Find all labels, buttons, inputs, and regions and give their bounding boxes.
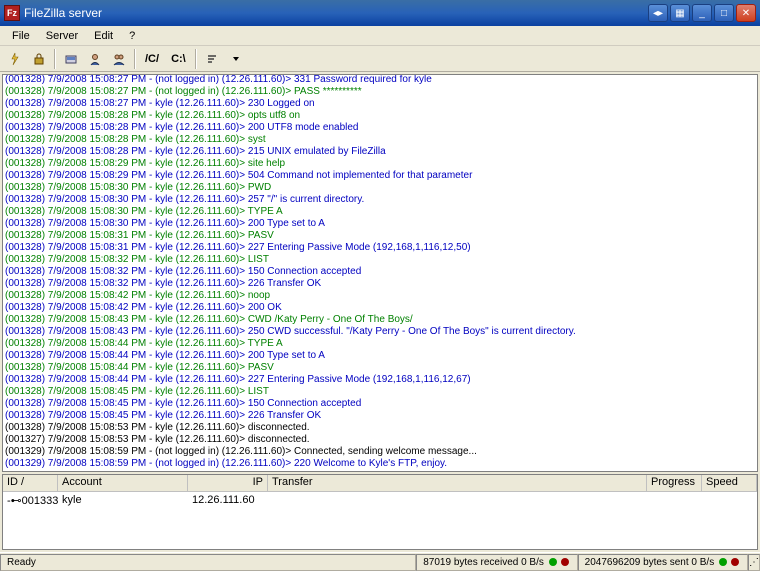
menu-edit[interactable]: Edit: [86, 28, 121, 44]
connection-row[interactable]: -⊷001333 kyle 12.26.111.60: [3, 492, 757, 509]
connection-account: kyle: [58, 493, 188, 508]
header-progress[interactable]: Progress: [647, 475, 702, 491]
log-line: (001328) 7/9/2008 15:08:43 PM - kyle (12…: [5, 326, 755, 338]
connection-table: ID / Account IP Transfer Progress Speed …: [2, 474, 758, 550]
sort-icon[interactable]: [201, 48, 223, 70]
log-line: (001328) 7/9/2008 15:08:27 PM - kyle (12…: [5, 98, 755, 110]
toolbar: /C/ C:\: [0, 46, 760, 72]
log-line: (001328) 7/9/2008 15:08:53 PM - kyle (12…: [5, 422, 755, 434]
toolbar-separator: [54, 49, 56, 69]
log-line: (001328) 7/9/2008 15:08:28 PM - kyle (12…: [5, 146, 755, 158]
sent-led-red-icon: [731, 558, 739, 566]
header-transfer[interactable]: Transfer: [268, 475, 647, 491]
connection-header-row: ID / Account IP Transfer Progress Speed: [3, 475, 757, 492]
header-account[interactable]: Account: [58, 475, 188, 491]
status-received: 87019 bytes received 0 B/s: [416, 554, 577, 571]
connection-id: -⊷001333: [3, 493, 58, 508]
sent-led-green-icon: [719, 558, 727, 566]
app-icon: Fz: [4, 5, 20, 21]
log-line: (001329) 7/9/2008 15:08:59 PM - (not log…: [5, 458, 755, 470]
connection-transfer: [268, 493, 647, 508]
status-bar: Ready 87019 bytes received 0 B/s 2047696…: [0, 552, 760, 571]
log-line: (001328) 7/9/2008 15:08:27 PM - (not log…: [5, 74, 755, 86]
display-unix-toggle[interactable]: /C/: [140, 48, 164, 70]
log-line: (001328) 7/9/2008 15:08:44 PM - kyle (12…: [5, 350, 755, 362]
close-button[interactable]: ✕: [736, 4, 756, 22]
menu-file[interactable]: File: [4, 28, 38, 44]
connection-progress: [647, 493, 702, 508]
log-line: (001328) 7/9/2008 15:08:30 PM - kyle (12…: [5, 182, 755, 194]
log-line: (001328) 7/9/2008 15:08:27 PM - (not log…: [5, 86, 755, 98]
header-speed[interactable]: Speed: [702, 475, 757, 491]
tray-button-1[interactable]: ◂▸: [648, 4, 668, 22]
status-sent: 2047696209 bytes sent 0 B/s: [578, 554, 748, 571]
log-line: (001328) 7/9/2008 15:08:31 PM - kyle (12…: [5, 242, 755, 254]
settings-icon[interactable]: [60, 48, 82, 70]
log-line: (001328) 7/9/2008 15:08:32 PM - kyle (12…: [5, 266, 755, 278]
resize-grip-icon[interactable]: ⋰: [748, 554, 760, 571]
lightning-icon[interactable]: [4, 48, 26, 70]
log-line: (001328) 7/9/2008 15:08:30 PM - kyle (12…: [5, 194, 755, 206]
log-line: (001328) 7/9/2008 15:08:31 PM - kyle (12…: [5, 230, 755, 242]
log-line: (001328) 7/9/2008 15:08:28 PM - kyle (12…: [5, 134, 755, 146]
connection-ip: 12.26.111.60: [188, 493, 268, 508]
header-ip[interactable]: IP: [188, 475, 268, 491]
log-line: (001328) 7/9/2008 15:08:29 PM - kyle (12…: [5, 158, 755, 170]
log-line: (001328) 7/9/2008 15:08:45 PM - kyle (12…: [5, 410, 755, 422]
log-line: (001328) 7/9/2008 15:08:28 PM - kyle (12…: [5, 110, 755, 122]
log-line: (001328) 7/9/2008 15:08:30 PM - kyle (12…: [5, 218, 755, 230]
log-line: (001328) 7/9/2008 15:08:29 PM - kyle (12…: [5, 170, 755, 182]
log-line: (001328) 7/9/2008 15:08:32 PM - kyle (12…: [5, 278, 755, 290]
log-line: (001328) 7/9/2008 15:08:44 PM - kyle (12…: [5, 362, 755, 374]
header-id[interactable]: ID /: [3, 475, 58, 491]
log-line: (001328) 7/9/2008 15:08:28 PM - kyle (12…: [5, 122, 755, 134]
log-line: (001328) 7/9/2008 15:08:44 PM - kyle (12…: [5, 374, 755, 386]
minimize-button[interactable]: _: [692, 4, 712, 22]
recv-led-green-icon: [549, 558, 557, 566]
menu-bar: File Server Edit ?: [0, 26, 760, 46]
title-bar: Fz FileZilla server ◂▸ ▦ _ □ ✕: [0, 0, 760, 26]
log-line: (001328) 7/9/2008 15:08:42 PM - kyle (12…: [5, 290, 755, 302]
log-line: (001328) 7/9/2008 15:08:45 PM - kyle (12…: [5, 398, 755, 410]
status-ready: Ready: [0, 554, 416, 571]
recv-led-red-icon: [561, 558, 569, 566]
window-buttons: ◂▸ ▦ _ □ ✕: [648, 4, 756, 22]
maximize-button[interactable]: □: [714, 4, 734, 22]
log-line: (001327) 7/9/2008 15:08:53 PM - kyle (12…: [5, 434, 755, 446]
log-line: (001328) 7/9/2008 15:08:44 PM - kyle (12…: [5, 338, 755, 350]
tray-button-2[interactable]: ▦: [670, 4, 690, 22]
log-line: (001328) 7/9/2008 15:08:43 PM - kyle (12…: [5, 314, 755, 326]
toolbar-separator: [134, 49, 136, 69]
users-icon[interactable]: [84, 48, 106, 70]
log-line: (001328) 7/9/2008 15:08:32 PM - kyle (12…: [5, 254, 755, 266]
lock-icon[interactable]: [28, 48, 50, 70]
log-line: (001328) 7/9/2008 15:08:45 PM - kyle (12…: [5, 386, 755, 398]
dropdown-icon[interactable]: [225, 48, 247, 70]
window-title: FileZilla server: [24, 6, 648, 20]
toolbar-separator: [195, 49, 197, 69]
connection-arrow-icon: -⊷: [7, 495, 22, 507]
menu-help[interactable]: ?: [121, 28, 143, 44]
log-line: (001328) 7/9/2008 15:08:42 PM - kyle (12…: [5, 302, 755, 314]
display-win-toggle[interactable]: C:\: [166, 48, 191, 70]
log-line: (001328) 7/9/2008 15:08:30 PM - kyle (12…: [5, 206, 755, 218]
connection-speed: [702, 493, 757, 508]
log-pane[interactable]: (001327) 7/9/2008 15:08:23 PM - kyle (12…: [2, 74, 758, 472]
menu-server[interactable]: Server: [38, 28, 86, 44]
groups-icon[interactable]: [108, 48, 130, 70]
log-line: (001329) 7/9/2008 15:08:59 PM - (not log…: [5, 446, 755, 458]
